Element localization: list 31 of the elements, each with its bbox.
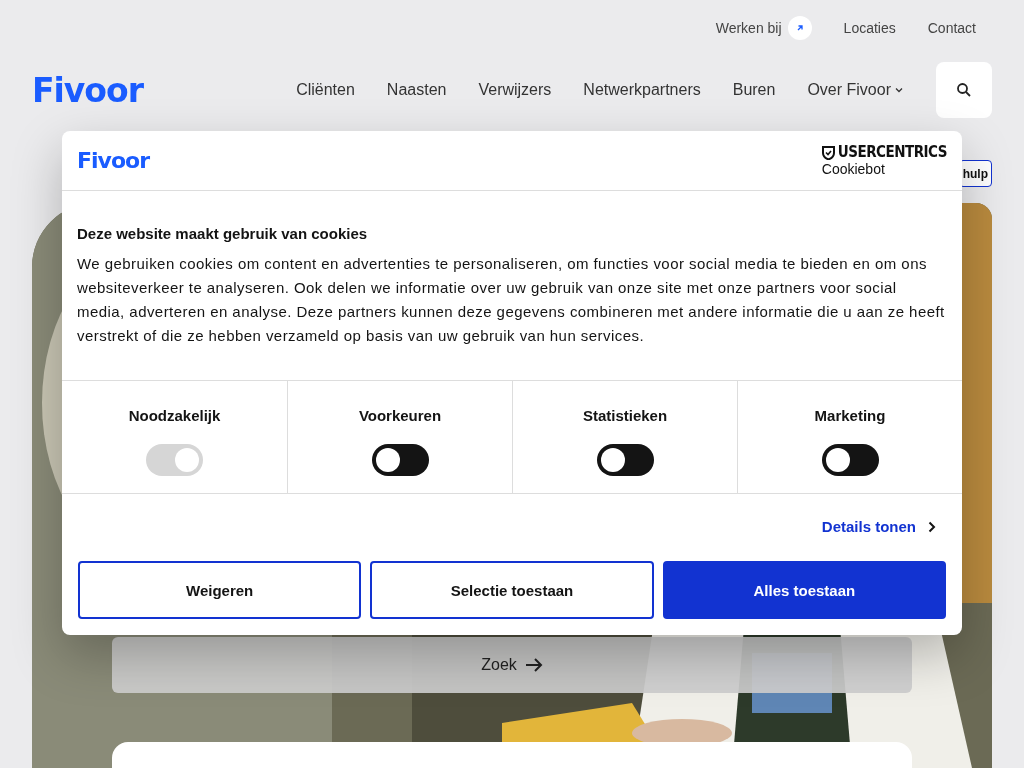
search-button[interactable] [936,62,992,118]
chevron-right-icon [928,520,936,533]
toggle-switch[interactable] [821,444,879,476]
nav-link[interactable]: Netwerkpartners [583,81,701,99]
nav-link[interactable]: Cliënten [296,81,355,99]
accept-all-button[interactable]: Alles toestaan [662,561,946,619]
category-label: Statistieken [582,407,668,424]
toggle-switch[interactable] [596,444,654,476]
dialog-title: Deze website maakt gebruik van cookies [77,225,369,242]
arrow-right-icon [524,657,543,673]
provider-logo: USERCENTRICS [821,145,947,160]
category-label: Marketing [814,407,886,424]
top-link[interactable]: Werken bij [715,16,812,40]
top-link[interactable]: Contact [927,20,976,36]
top-link[interactable]: Locaties [843,20,896,36]
nav-link[interactable]: Buren [732,81,776,99]
toggle-switch[interactable] [371,444,429,476]
nav-link[interactable]: Verwijzers [478,81,552,99]
dialog-button[interactable]: Selectie toestaan [370,561,654,619]
logo[interactable]: Fivoor [32,70,143,110]
dialog-button[interactable]: Weigeren [78,561,362,619]
details-link[interactable]: Details tonen [821,518,936,535]
nav-link[interactable]: Over Fivoor [807,81,904,99]
category-label: Voorkeuren [358,407,442,424]
nav-link[interactable]: Naasten [386,81,447,99]
logo: Fivoor [77,148,149,173]
category-label: Noodzakelijk [128,407,221,424]
search-icon [956,82,972,98]
dialog-text: We gebruiken cookies om content en advertenties te personaliseren, om functies voor social media te bieden en om ons websiteverkeer te analyseren. Ook delen we informatie over uw gebruik van onze site met onze partners voor social media, adverteren en analyse. Deze partners kunnen deze gegevens combineren met andere informatie die u aan ze heeft verstrekt of die ze hebben verzameld op basis van uw gebruik van hun services. [77,254,946,346]
search-submit-button[interactable]: Zoek [112,637,912,693]
provider-subtitle: Cookiebot [821,162,886,176]
